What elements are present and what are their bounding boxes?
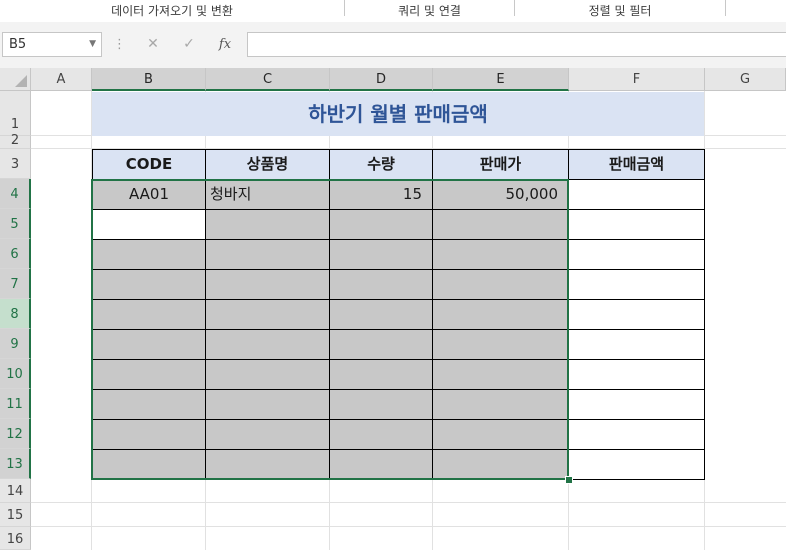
row-header-16[interactable]: 16 — [0, 527, 31, 550]
column-header-g[interactable]: G — [705, 68, 786, 91]
ribbon-group-labels: 데이터 가져오기 및 변환 쿼리 및 연결 정렬 및 필터 — [0, 0, 786, 23]
quantity-cell[interactable] — [329, 389, 433, 420]
sales-amount-cell[interactable] — [568, 179, 705, 210]
header-product-name[interactable]: 상품명 — [205, 149, 330, 180]
name-box[interactable]: B5 ▼ — [2, 32, 102, 57]
row-header-1[interactable]: 1 — [0, 91, 31, 136]
product-name-cell[interactable] — [205, 419, 330, 450]
close-icon[interactable]: ✕ — [142, 32, 164, 57]
ribbon-group-sort-filter: 정렬 및 필터 — [588, 4, 652, 18]
column-header-c[interactable]: C — [206, 68, 330, 91]
quantity-cell[interactable] — [329, 239, 433, 270]
row-header-6[interactable]: 6 — [0, 239, 31, 269]
fill-handle[interactable] — [565, 476, 573, 484]
header-code[interactable]: CODE — [92, 149, 206, 180]
product-name-cell[interactable] — [205, 299, 330, 330]
code-cell[interactable] — [92, 389, 206, 420]
checkmark-icon[interactable]: ✓ — [178, 32, 200, 57]
product-name-cell[interactable] — [205, 389, 330, 420]
sales-amount-cell[interactable] — [568, 389, 705, 420]
code-cell[interactable] — [92, 209, 206, 240]
ribbon-group-queries-connections: 쿼리 및 연결 — [398, 4, 461, 18]
code-cell[interactable]: AA01 — [92, 179, 206, 210]
quantity-cell[interactable] — [329, 449, 433, 480]
column-header-a[interactable]: A — [31, 68, 92, 91]
code-cell[interactable] — [92, 239, 206, 270]
row-header-12[interactable]: 12 — [0, 419, 31, 449]
code-cell[interactable] — [92, 269, 206, 300]
sales-amount-cell[interactable] — [568, 299, 705, 330]
row-header-8[interactable]: 8 — [0, 299, 31, 329]
code-cell[interactable] — [92, 359, 206, 390]
sales-amount-cell[interactable] — [568, 239, 705, 270]
product-name-cell[interactable] — [205, 359, 330, 390]
product-name-cell[interactable] — [205, 269, 330, 300]
row-header-9[interactable]: 9 — [0, 329, 31, 359]
code-cell[interactable] — [92, 329, 206, 360]
code-cell[interactable] — [92, 299, 206, 330]
formula-bar: B5 ▼ ⋮ ✕ ✓ fx — [0, 22, 786, 68]
row-header-3[interactable]: 3 — [0, 149, 31, 179]
formula-input[interactable] — [247, 32, 786, 57]
row-header-7[interactable]: 7 — [0, 269, 31, 299]
sales-amount-cell[interactable] — [568, 209, 705, 240]
price-cell[interactable] — [432, 389, 569, 420]
product-name-cell[interactable]: 청바지 — [205, 179, 330, 210]
ribbon-separator — [725, 0, 726, 16]
chevron-down-icon[interactable]: ▼ — [89, 33, 96, 56]
sales-amount-cell[interactable] — [568, 359, 705, 390]
quantity-cell[interactable] — [329, 269, 433, 300]
ribbon-group-get-transform-data: 데이터 가져오기 및 변환 — [111, 4, 233, 18]
price-cell[interactable] — [432, 359, 569, 390]
quantity-cell[interactable] — [329, 419, 433, 450]
price-cell[interactable] — [432, 449, 569, 480]
sales-amount-cell[interactable] — [568, 269, 705, 300]
header-price[interactable]: 판매가 — [432, 149, 569, 180]
insert-function-button[interactable]: fx — [214, 32, 236, 57]
column-header-b[interactable]: B — [92, 68, 206, 91]
quantity-cell[interactable] — [329, 329, 433, 360]
header-quantity[interactable]: 수량 — [329, 149, 433, 180]
price-cell[interactable] — [432, 299, 569, 330]
more-options-icon[interactable]: ⋮ — [113, 32, 126, 57]
column-header-d[interactable]: D — [330, 68, 433, 91]
product-name-cell[interactable] — [205, 329, 330, 360]
sheet-title[interactable]: 하반기 월별 판매금액 — [92, 92, 704, 136]
price-cell[interactable]: 50,000 — [432, 179, 569, 210]
row-header-14[interactable]: 14 — [0, 479, 31, 503]
name-box-value: B5 — [9, 37, 27, 52]
sales-amount-cell[interactable] — [568, 419, 705, 450]
sales-amount-cell[interactable] — [568, 329, 705, 360]
code-cell[interactable] — [92, 419, 206, 450]
price-cell[interactable] — [432, 329, 569, 360]
column-header-e[interactable]: E — [433, 68, 569, 91]
price-cell[interactable] — [432, 209, 569, 240]
price-cell[interactable] — [432, 239, 569, 270]
quantity-cell[interactable]: 15 — [329, 179, 433, 210]
gridline — [31, 502, 786, 503]
quantity-cell[interactable] — [329, 359, 433, 390]
select-all-triangle-icon — [15, 75, 27, 87]
quantity-cell[interactable] — [329, 299, 433, 330]
select-all-button[interactable] — [0, 68, 31, 91]
column-header-f[interactable]: F — [569, 68, 705, 91]
header-sales-amount[interactable]: 판매금액 — [568, 149, 705, 180]
price-cell[interactable] — [432, 269, 569, 300]
row-header-2[interactable]: 2 — [0, 134, 31, 149]
row-header-10[interactable]: 10 — [0, 359, 31, 389]
product-name-cell[interactable] — [205, 239, 330, 270]
price-cell[interactable] — [432, 419, 569, 450]
row-header-11[interactable]: 11 — [0, 389, 31, 419]
quantity-cell[interactable] — [329, 209, 433, 240]
product-name-cell[interactable] — [205, 209, 330, 240]
row-header-4[interactable]: 4 — [0, 179, 31, 209]
product-name-cell[interactable] — [205, 449, 330, 480]
row-header-5[interactable]: 5 — [0, 209, 31, 239]
row-header-13[interactable]: 13 — [0, 449, 31, 479]
gridline — [31, 526, 786, 527]
row-header-15[interactable]: 15 — [0, 503, 31, 527]
code-cell[interactable] — [92, 449, 206, 480]
sales-amount-cell[interactable] — [568, 449, 705, 480]
worksheet-grid[interactable]: A B C D E F G 1 2 3 4 5 6 7 8 9 10 11 12… — [0, 68, 786, 550]
